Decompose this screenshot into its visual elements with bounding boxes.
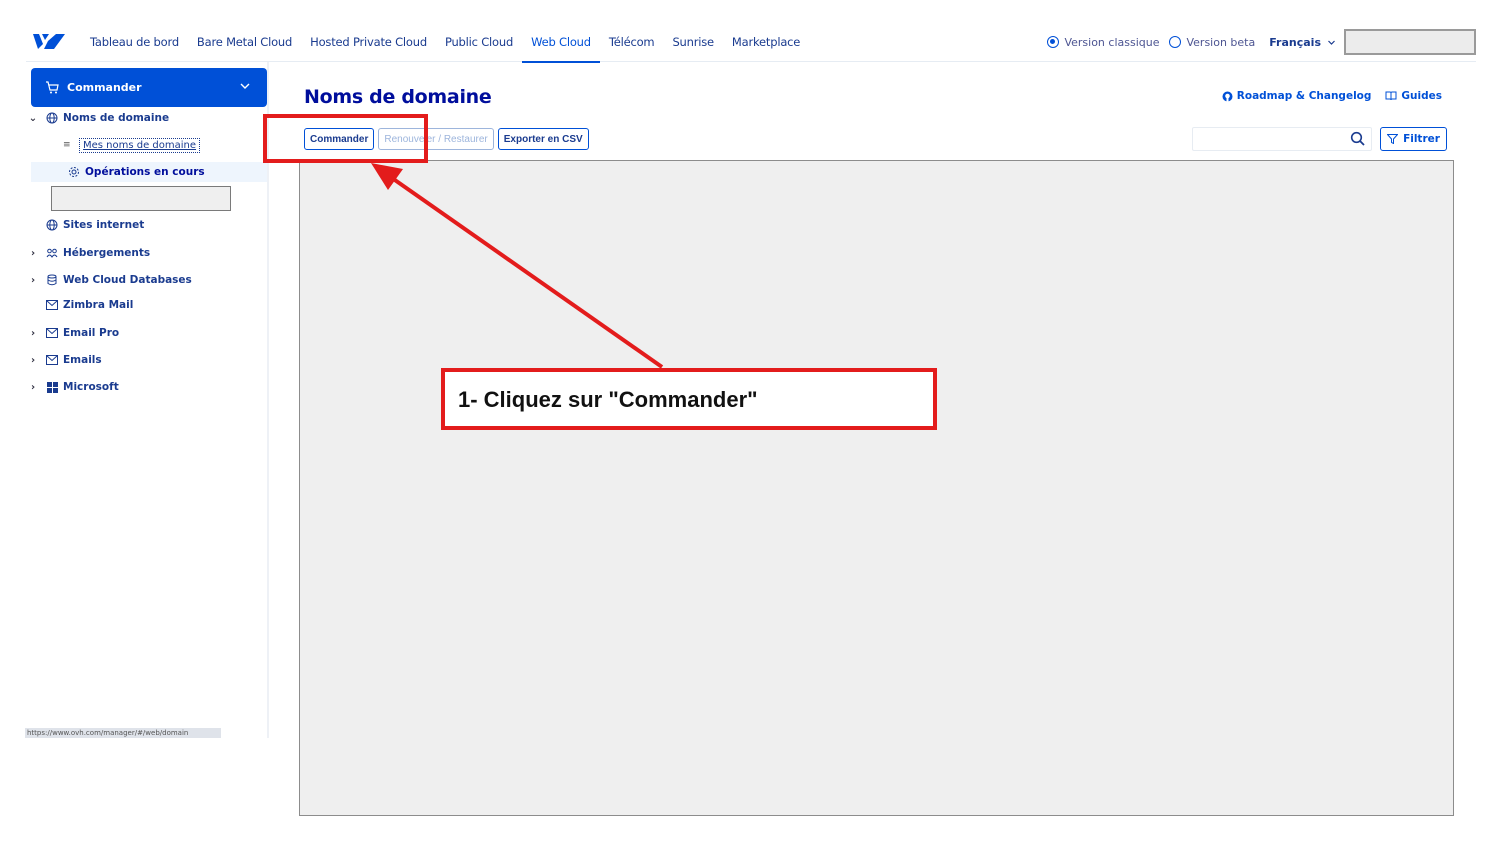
sidebar-item-label: Opérations en cours bbox=[85, 166, 205, 178]
sidebar-item-label: Web Cloud Databases bbox=[63, 274, 192, 286]
main-nav: Tableau de bord Bare Metal Cloud Hosted … bbox=[81, 24, 809, 63]
sidebar-item-label: Sites internet bbox=[63, 219, 145, 231]
chevron-right-icon: › bbox=[30, 354, 36, 366]
github-icon bbox=[1222, 91, 1233, 101]
sidebar-item-databases[interactable]: › Web Cloud Databases bbox=[25, 270, 192, 290]
redacted-sidebar-entry bbox=[51, 186, 231, 211]
top-navigation: Tableau de bord Bare Metal Cloud Hosted … bbox=[26, 24, 1476, 63]
search-icon[interactable] bbox=[1350, 131, 1366, 147]
ovh-logo-icon[interactable] bbox=[32, 31, 66, 55]
sidebar-item-domains[interactable]: ⌄ Noms de domaine bbox=[25, 108, 169, 128]
sidebar-item-label: Emails bbox=[63, 354, 102, 366]
search-input[interactable] bbox=[1192, 127, 1372, 151]
instruction-callout: 1- Cliquez sur "Commander" bbox=[441, 368, 937, 430]
nav-hosted-private-cloud[interactable]: Hosted Private Cloud bbox=[301, 24, 436, 61]
sidebar-item-label: Noms de domaine bbox=[63, 112, 170, 124]
sidebar-item-microsoft[interactable]: › Microsoft bbox=[25, 377, 119, 397]
filter-label: Filtrer bbox=[1403, 133, 1440, 145]
sidebar-order-button[interactable]: Commander bbox=[31, 68, 267, 107]
nav-public-cloud[interactable]: Public Cloud bbox=[436, 24, 522, 61]
chevron-right-icon: › bbox=[30, 247, 36, 259]
cart-icon bbox=[46, 81, 59, 94]
nav-marketplace[interactable]: Marketplace bbox=[723, 24, 809, 61]
filter-button[interactable]: Filtrer bbox=[1380, 127, 1447, 151]
hosting-icon bbox=[41, 247, 63, 259]
chevron-down-icon: ⌄ bbox=[28, 112, 38, 124]
radio-unselected-icon bbox=[1169, 36, 1182, 48]
status-bar-url: https://www.ovh.com/manager/#/web/domain bbox=[25, 728, 221, 738]
language-selector[interactable]: Français bbox=[1269, 36, 1321, 49]
sidebar-item-hosting[interactable]: › Hébergements bbox=[25, 243, 150, 263]
mail-icon bbox=[41, 300, 63, 310]
sidebar-item-label: Hébergements bbox=[63, 247, 151, 259]
nav-telecom[interactable]: Télécom bbox=[600, 24, 664, 61]
windows-icon bbox=[41, 381, 63, 393]
sidebar-item-label: Microsoft bbox=[63, 381, 119, 393]
book-icon bbox=[1385, 91, 1397, 101]
page-title: Noms de domaine bbox=[304, 86, 492, 108]
sidebar-item-zimbra[interactable]: Zimbra Mail bbox=[25, 295, 133, 315]
mail-icon bbox=[41, 355, 63, 365]
radio-selected-icon bbox=[1047, 36, 1060, 48]
sidebar-item-emails[interactable]: › Emails bbox=[25, 350, 102, 370]
roadmap-label: Roadmap & Changelog bbox=[1236, 90, 1372, 102]
sidebar-item-websites[interactable]: Sites internet bbox=[25, 215, 144, 235]
chevron-down-icon bbox=[1328, 40, 1335, 45]
globe-icon bbox=[41, 219, 63, 231]
guides-link[interactable]: Guides bbox=[1385, 90, 1442, 102]
database-icon bbox=[41, 274, 63, 286]
redacted-content-area bbox=[299, 160, 1454, 816]
sidebar-item-label: Email Pro bbox=[63, 327, 120, 339]
sidebar: Commander ⌄ Noms de domaine ≡ Mes noms d… bbox=[25, 62, 269, 738]
top-right-controls: Version classique Version beta Français bbox=[1047, 29, 1476, 55]
nav-bare-metal[interactable]: Bare Metal Cloud bbox=[188, 24, 301, 61]
guides-label: Guides bbox=[1401, 90, 1442, 102]
list-icon: ≡ bbox=[63, 140, 71, 150]
sidebar-item-email-pro[interactable]: › Email Pro bbox=[25, 323, 119, 343]
version-beta-option[interactable]: Version beta bbox=[1169, 36, 1255, 49]
chevron-right-icon: › bbox=[30, 274, 36, 286]
globe-icon bbox=[41, 112, 63, 124]
nav-sunrise[interactable]: Sunrise bbox=[663, 24, 722, 61]
version-beta-label: Version beta bbox=[1186, 35, 1256, 49]
mail-icon bbox=[41, 328, 63, 338]
help-links: Roadmap & Changelog Guides bbox=[1222, 90, 1442, 102]
nav-dashboard[interactable]: Tableau de bord bbox=[81, 24, 188, 61]
chevron-right-icon: › bbox=[30, 327, 36, 339]
roadmap-link[interactable]: Roadmap & Changelog bbox=[1222, 90, 1372, 102]
version-classic-label: Version classique bbox=[1064, 35, 1160, 49]
sidebar-item-label: Mes noms de domaine bbox=[79, 137, 201, 153]
version-classic-option[interactable]: Version classique bbox=[1047, 36, 1159, 49]
redacted-account-area bbox=[1344, 29, 1476, 55]
sidebar-item-my-domains[interactable]: ≡ Mes noms de domaine bbox=[63, 135, 201, 155]
nav-web-cloud[interactable]: Web Cloud bbox=[522, 24, 600, 63]
filter-icon bbox=[1387, 134, 1399, 144]
highlight-box bbox=[263, 114, 428, 163]
gear-icon bbox=[63, 166, 85, 178]
sidebar-item-label: Zimbra Mail bbox=[63, 299, 134, 311]
chevron-right-icon: › bbox=[30, 381, 36, 393]
export-csv-button[interactable]: Exporter en CSV bbox=[497, 128, 589, 150]
sidebar-order-label: Commander bbox=[67, 81, 142, 94]
chevron-down-icon bbox=[240, 83, 250, 89]
sidebar-item-operations[interactable]: Opérations en cours bbox=[31, 162, 267, 182]
